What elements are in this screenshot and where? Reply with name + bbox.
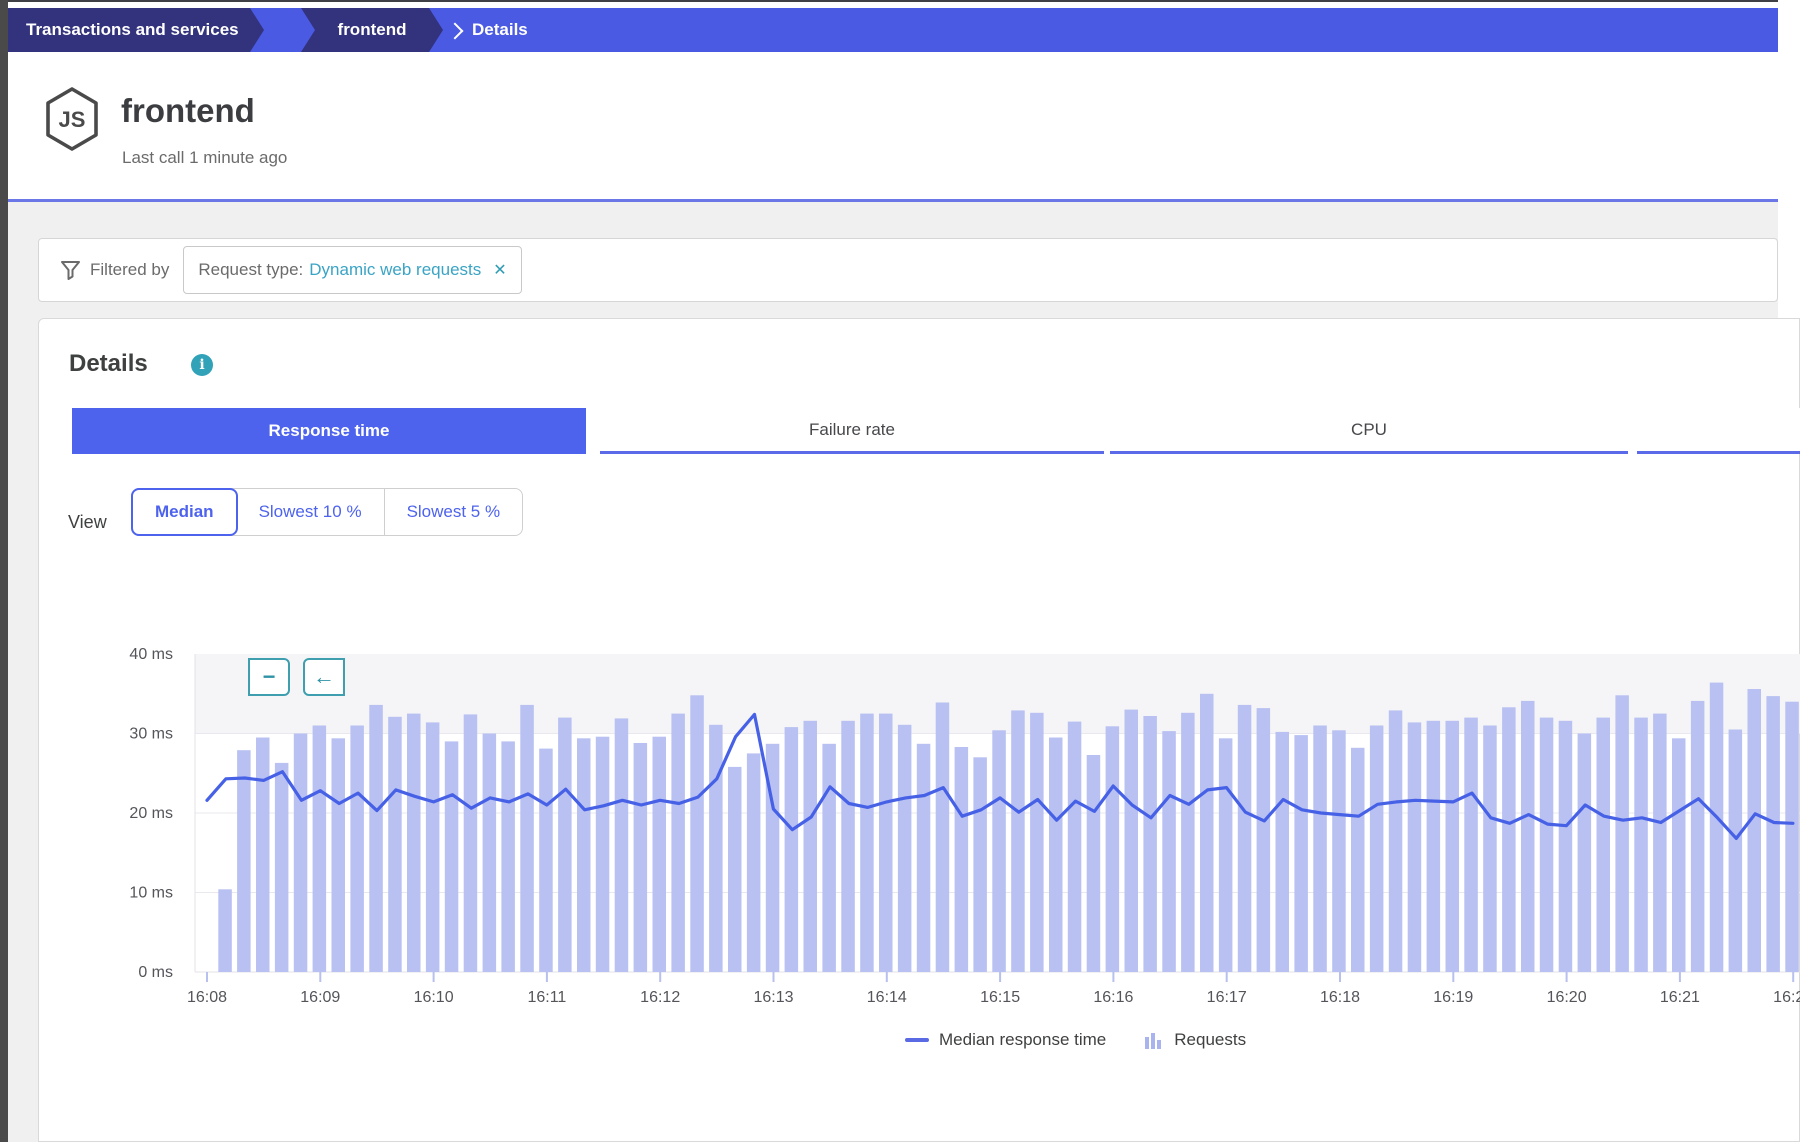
breadcrumb: Transactions and services frontend Detai… — [8, 8, 1778, 52]
svg-text:16:11: 16:11 — [527, 989, 566, 1006]
view-median-button[interactable]: Median — [131, 488, 238, 536]
zoom-out-button[interactable]: − — [248, 658, 290, 696]
pan-left-button[interactable]: ← — [303, 658, 345, 696]
svg-text:16:19: 16:19 — [1433, 989, 1473, 1006]
filter-chip-request-type[interactable]: Request type: Dynamic web requests ✕ — [183, 246, 521, 294]
svg-text:16:09: 16:09 — [300, 989, 340, 1006]
chart-legend: Median response time Requests — [905, 1030, 1246, 1050]
filtered-by-label: Filtered by — [90, 260, 169, 280]
breadcrumb-details[interactable]: Details — [472, 8, 528, 52]
svg-text:30 ms: 30 ms — [129, 726, 173, 743]
page-title: frontend — [121, 92, 255, 130]
view-label: View — [68, 512, 107, 533]
svg-text:16:10: 16:10 — [414, 989, 454, 1006]
filter-chip-value[interactable]: Dynamic web requests — [309, 260, 481, 280]
svg-text:20 ms: 20 ms — [129, 805, 173, 822]
last-call-status: Last call 1 minute ago — [122, 148, 287, 168]
svg-text:16:16: 16:16 — [1093, 989, 1133, 1006]
filter-chip-key: Request type: — [198, 260, 303, 280]
breadcrumb-label: Transactions and services — [26, 20, 239, 40]
legend-label: Median response time — [939, 1030, 1106, 1050]
svg-text:16:08: 16:08 — [187, 989, 227, 1006]
tab-label: Response time — [269, 421, 390, 441]
chevron-right-icon — [447, 23, 464, 40]
svg-text:16:21: 16:21 — [1660, 989, 1700, 1006]
filter-bar: Filtered by Request type: Dynamic web re… — [38, 238, 1778, 302]
right-gutter — [1778, 0, 1800, 318]
breadcrumb-label: Details — [472, 20, 528, 40]
tab-partial[interactable] — [1637, 408, 1800, 454]
breadcrumb-transactions-and-services[interactable]: Transactions and services — [8, 8, 264, 52]
legend-median-response-time[interactable]: Median response time — [905, 1030, 1106, 1050]
filter-funnel-icon — [61, 261, 80, 280]
window-left-edge — [0, 0, 8, 1142]
window-top-edge — [8, 0, 1778, 2]
svg-text:16:18: 16:18 — [1320, 989, 1360, 1006]
bars-swatch-icon — [1144, 1031, 1164, 1049]
tab-cpu[interactable]: CPU — [1110, 408, 1628, 454]
breadcrumb-frontend[interactable]: frontend — [301, 8, 443, 52]
svg-text:16:13: 16:13 — [753, 989, 793, 1006]
info-icon[interactable]: i — [191, 354, 213, 376]
svg-text:16:17: 16:17 — [1207, 989, 1247, 1006]
line-swatch-icon — [905, 1038, 929, 1042]
svg-text:16:20: 16:20 — [1547, 989, 1587, 1006]
svg-text:0 ms: 0 ms — [138, 964, 173, 981]
svg-text:10 ms: 10 ms — [129, 885, 173, 902]
svg-text:16:14: 16:14 — [867, 989, 907, 1006]
legend-label: Requests — [1174, 1030, 1246, 1050]
response-time-chart[interactable]: 16:08 16:09 16:10 16:11 16:12 16:13 16:14 16:15… — [100, 636, 1800, 1016]
svg-text:40 ms: 40 ms — [129, 646, 173, 663]
svg-text:JS: JS — [59, 107, 86, 132]
remove-filter-icon[interactable]: ✕ — [493, 260, 506, 280]
breadcrumb-label: frontend — [338, 20, 407, 40]
legend-requests[interactable]: Requests — [1144, 1030, 1246, 1050]
svg-text:16:15: 16:15 — [980, 989, 1020, 1006]
view-slowest-10-button[interactable]: Slowest 10 % — [237, 489, 385, 535]
tab-failure-rate[interactable]: Failure rate — [600, 408, 1104, 454]
tab-response-time[interactable]: Response time — [72, 408, 586, 454]
svg-text:16:12: 16:12 — [640, 989, 680, 1006]
details-heading: Details — [69, 350, 148, 378]
tab-label: CPU — [1351, 420, 1387, 440]
svg-text:16:22: 16:22 — [1773, 989, 1800, 1006]
tab-label: Failure rate — [809, 420, 895, 440]
nodejs-icon: JS — [44, 86, 100, 152]
view-slowest-5-button[interactable]: Slowest 5 % — [385, 489, 523, 535]
service-details-page: Transactions and services frontend Detai… — [0, 0, 1800, 1142]
view-switcher: Median Slowest 10 % Slowest 5 % — [131, 488, 523, 536]
